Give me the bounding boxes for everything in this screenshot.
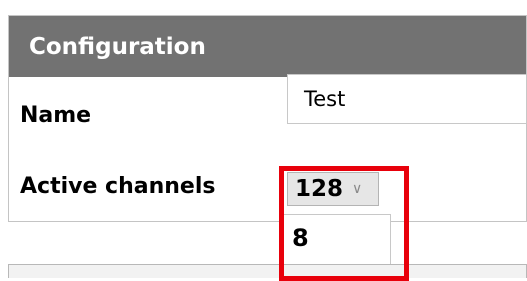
dropdown-option-label: 8 <box>292 224 309 252</box>
name-input-value: Test <box>304 87 346 111</box>
name-input[interactable]: Test <box>287 74 527 124</box>
panel-title: Configuration <box>29 33 206 60</box>
name-label: Name <box>20 103 92 128</box>
active-channels-select[interactable]: 128 ∨ <box>287 172 379 206</box>
panel-header: Configuration <box>9 16 526 77</box>
active-channels-selected-value: 128 <box>295 176 344 202</box>
active-channels-label: Active channels <box>20 174 216 199</box>
dropdown-option-8[interactable]: 8 <box>284 215 390 261</box>
chevron-down-icon: ∨ <box>352 181 363 197</box>
